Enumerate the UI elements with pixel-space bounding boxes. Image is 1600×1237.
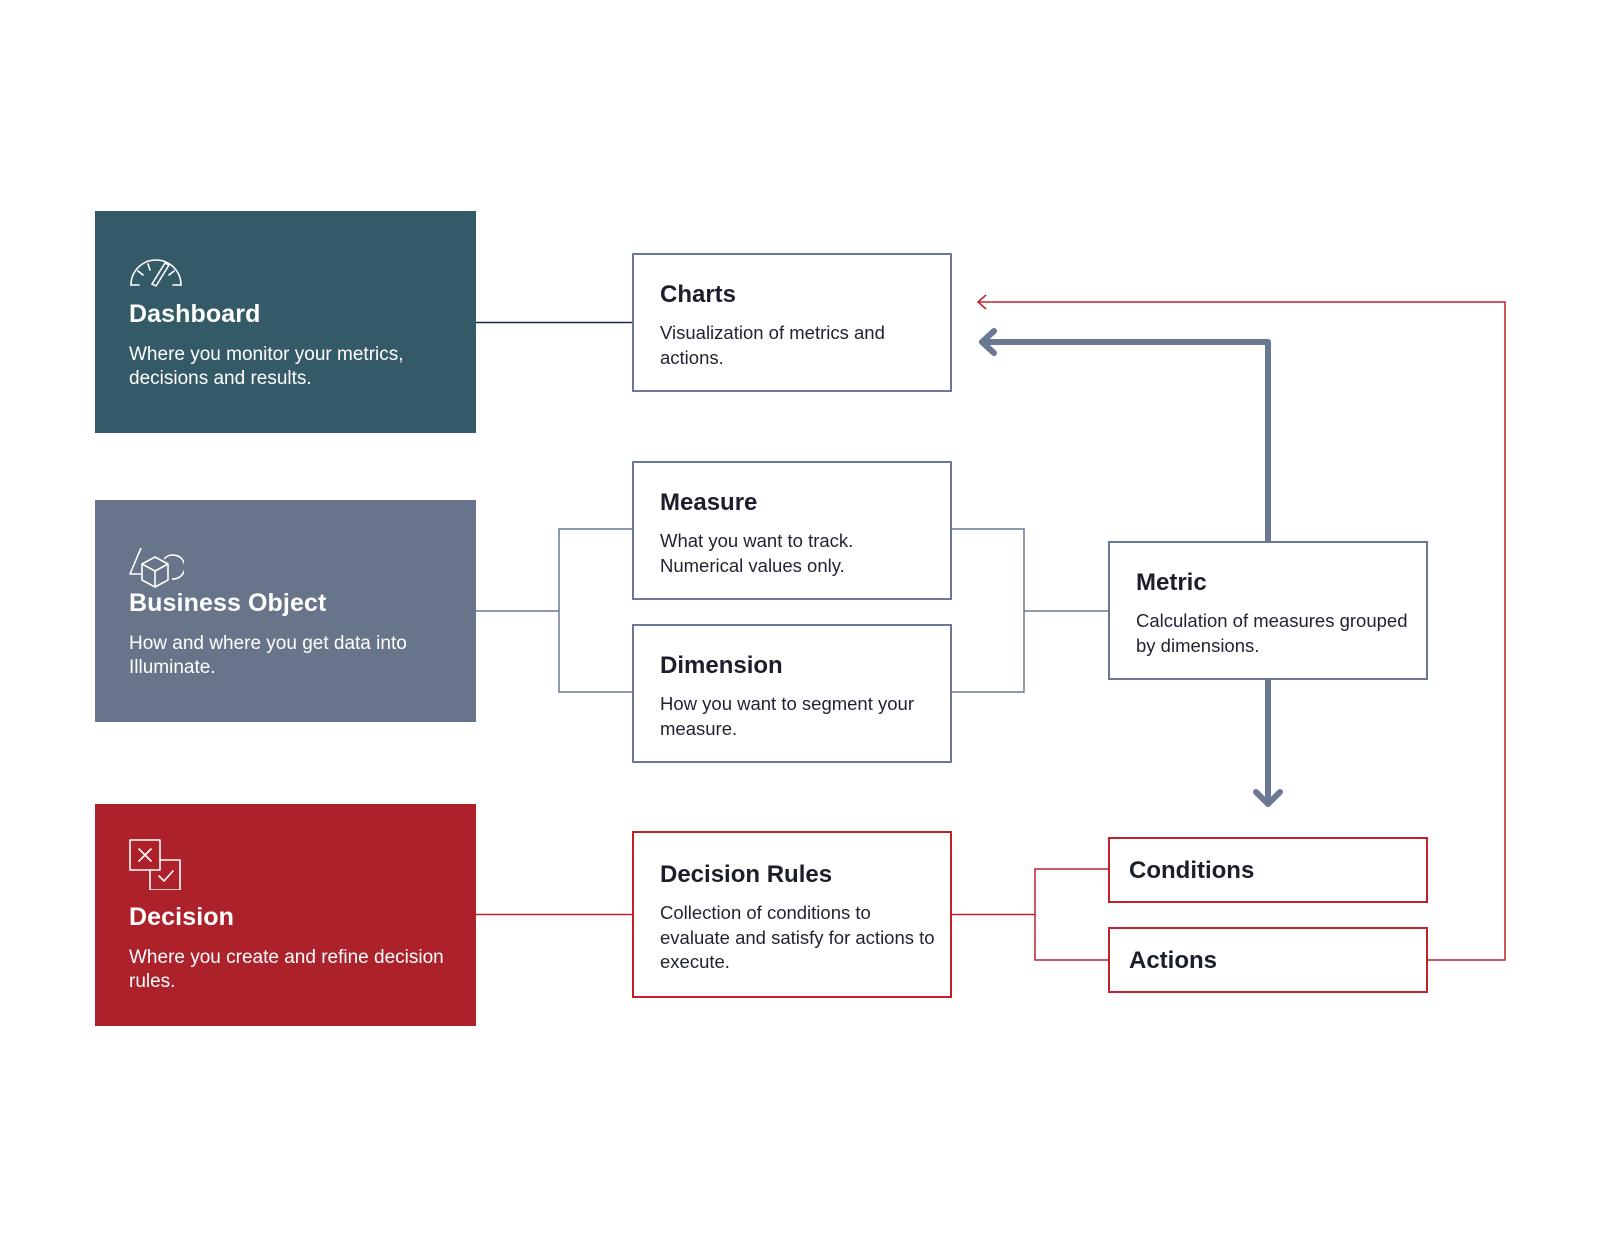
metric-box[interactable]: Metric Calculation of measures grouped b… [1108, 541, 1428, 680]
metric-title: Metric [1136, 569, 1207, 596]
dashboard-description: Where you monitor your metrics, decision… [129, 344, 404, 389]
conditions-title: Conditions [1129, 857, 1255, 884]
decision-title: Decision [129, 903, 234, 931]
conditions-box[interactable]: Conditions [1108, 837, 1428, 903]
actions-box[interactable]: Actions [1108, 927, 1428, 993]
charts-box[interactable]: Charts Visualization of metrics and acti… [632, 253, 952, 392]
decision-rules-title: Decision Rules [660, 861, 833, 888]
decision-checkbox-icon [129, 839, 181, 890]
dimension-description: How you want to segment your measure. [660, 693, 914, 739]
metric-description: Calculation of measures grouped by dimen… [1136, 610, 1408, 656]
charts-description: Visualization of metrics and actions. [660, 322, 885, 368]
decision-description: Where you create and refine decision rul… [129, 947, 444, 992]
actions-title: Actions [1129, 947, 1218, 974]
dimension-box[interactable]: Dimension How you want to segment your m… [632, 624, 952, 763]
business-object-panel[interactable]: Business Object How and where you get da… [95, 500, 476, 722]
decision-panel[interactable]: Decision Where you create and refine dec… [95, 804, 476, 1026]
measure-title: Measure [660, 489, 758, 516]
decision-rules-box[interactable]: Decision Rules Collection of conditions … [632, 831, 952, 998]
connector-business-object-bracket [476, 528, 632, 693]
measure-box[interactable]: Measure What you want to track. Numerica… [632, 461, 952, 600]
connector-metric-bracket [952, 528, 1108, 693]
dimension-title: Dimension [660, 652, 783, 679]
arrow-metric-to-charts [979, 328, 1271, 544]
dashboard-panel[interactable]: Dashboard Where you monitor your metrics… [95, 211, 476, 433]
decision-rules-description: Collection of conditions to evaluate and… [660, 902, 935, 972]
dashboard-title: Dashboard [129, 300, 261, 328]
connector-conditions-actions-bracket [952, 868, 1108, 961]
arrow-metric-to-conditions [1253, 677, 1283, 807]
business-object-title: Business Object [129, 589, 327, 617]
business-object-description: How and where you get data into Illumina… [129, 633, 407, 678]
measure-description: What you want to track. Numerical values… [660, 530, 854, 576]
charts-title: Charts [660, 281, 737, 308]
